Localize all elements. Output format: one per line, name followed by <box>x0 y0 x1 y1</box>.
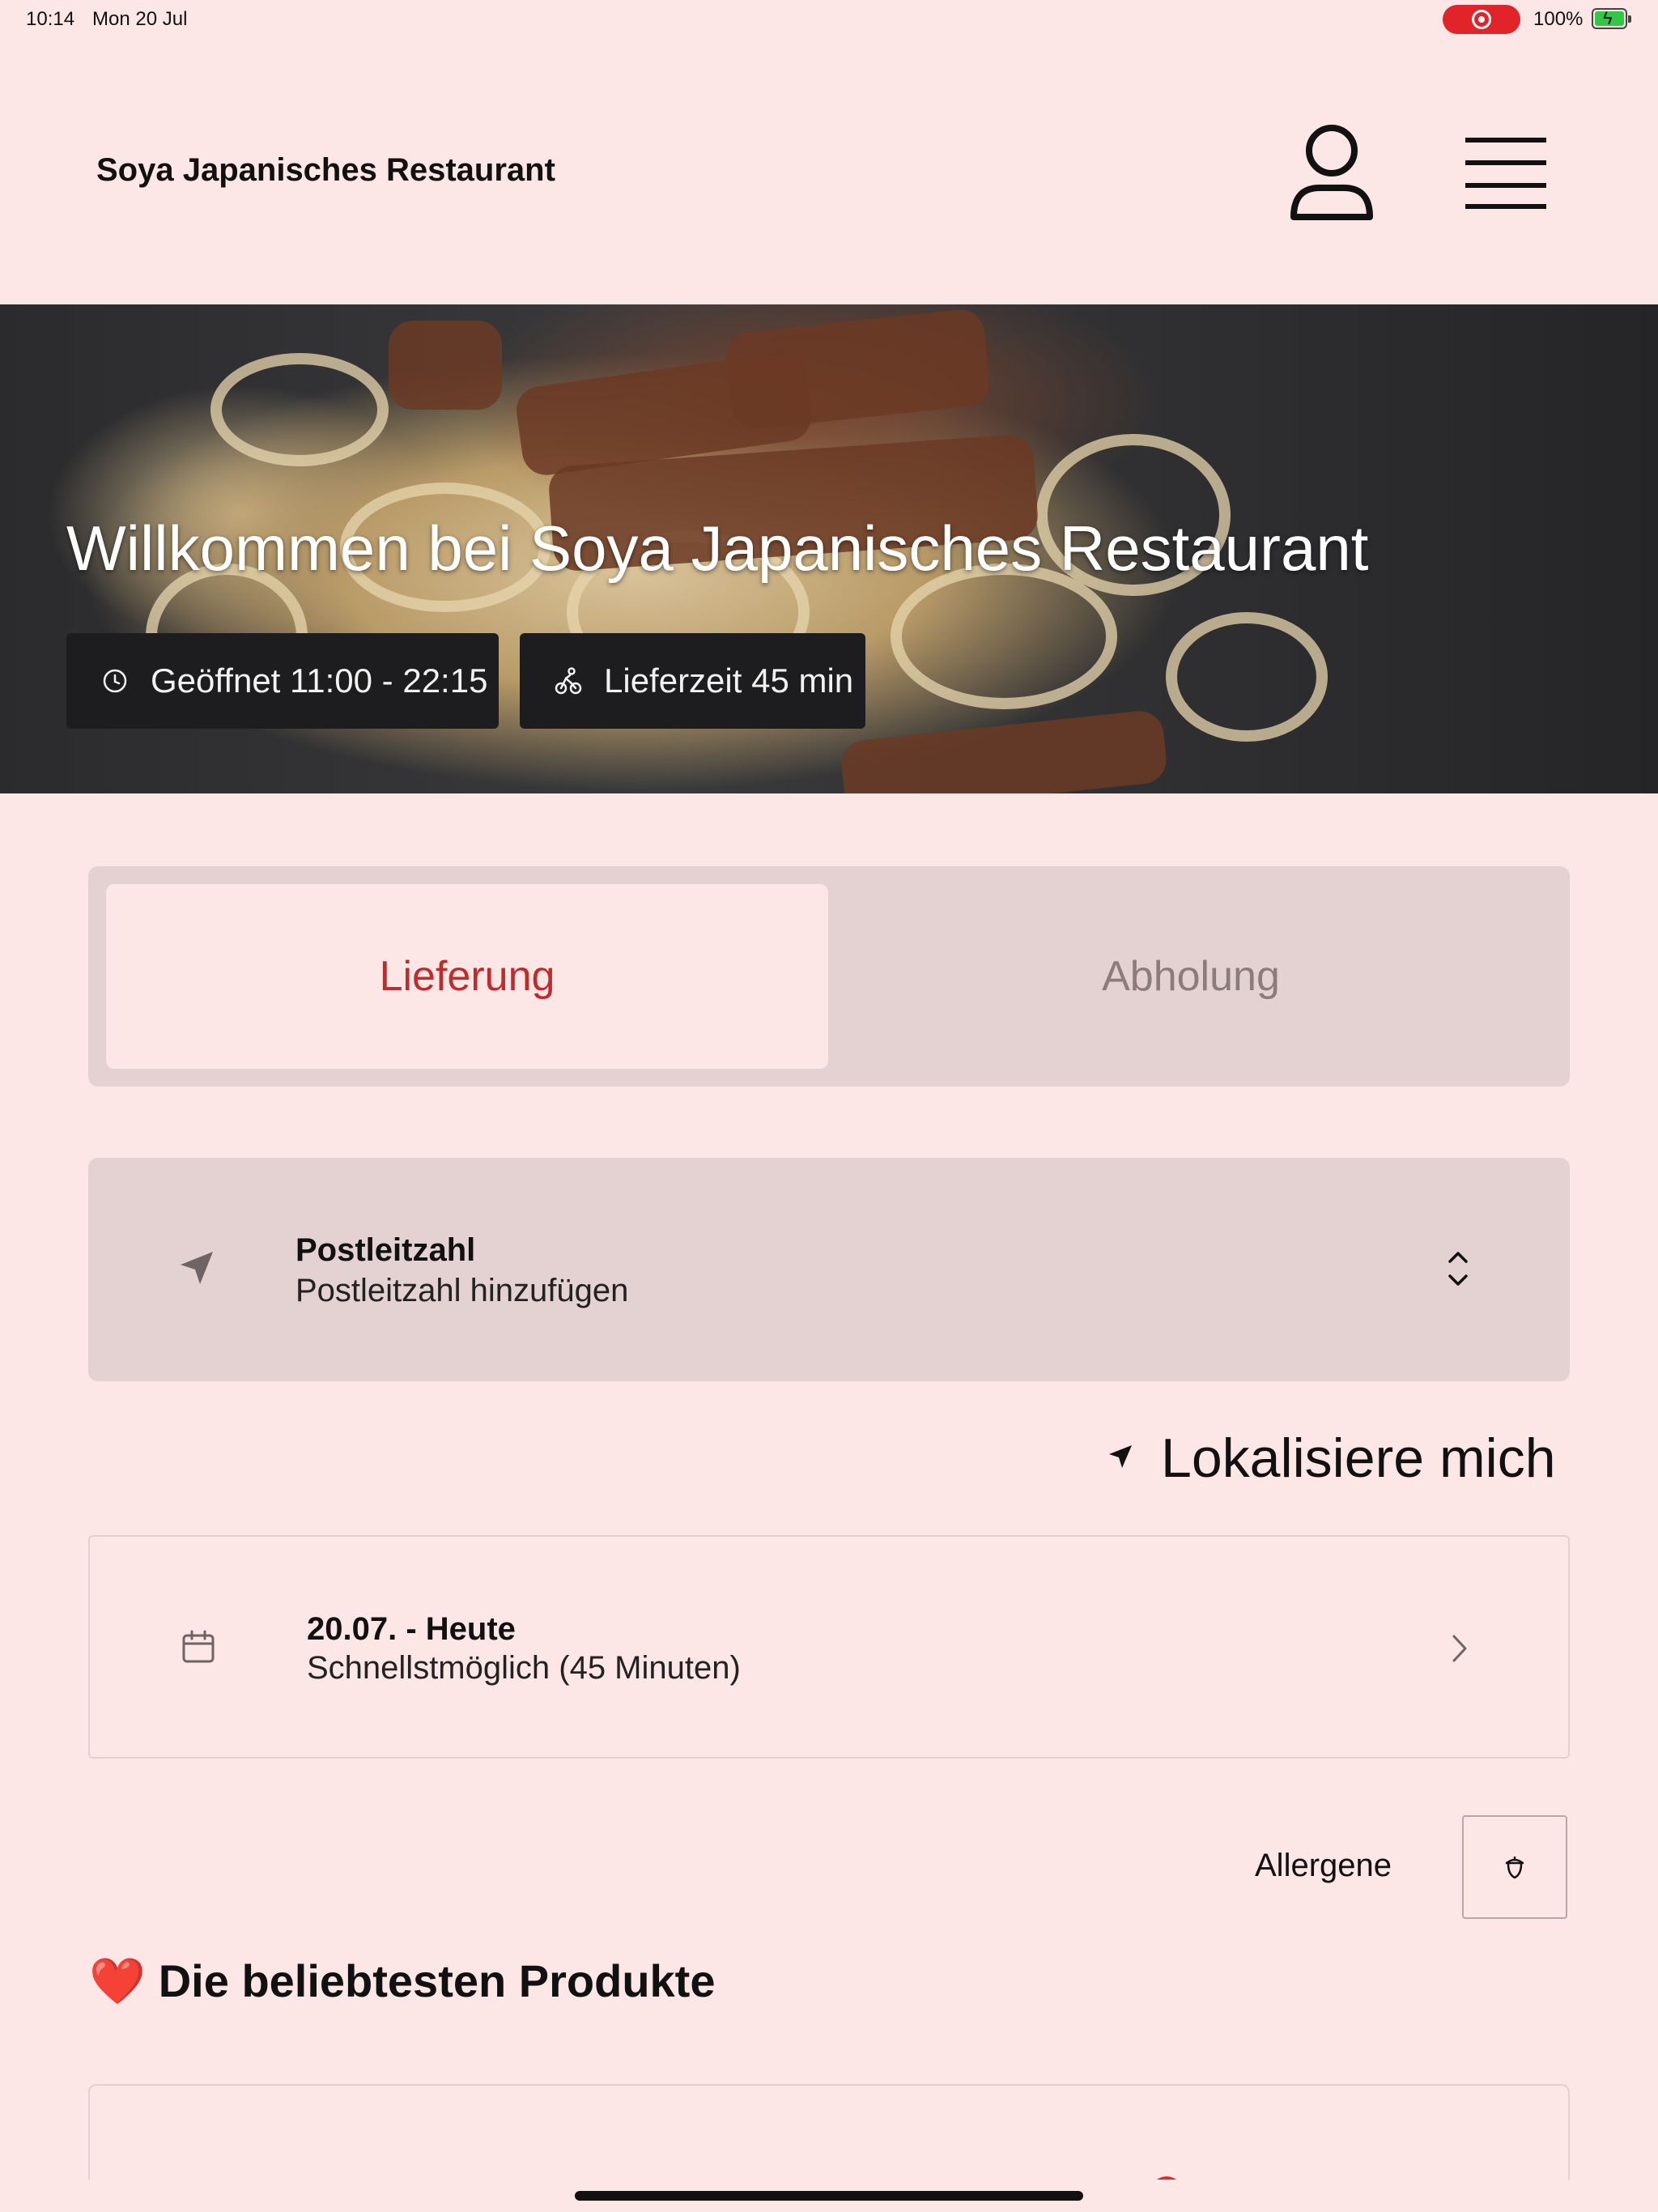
delivery-time-text: Lieferzeit 45 min <box>604 661 854 700</box>
order-type-toggle: Lieferung Abholung <box>88 866 1570 1087</box>
location-arrow-icon <box>1107 1444 1133 1474</box>
schedule-date: 20.07. - Heute <box>307 1611 516 1647</box>
battery-icon: ϟ <box>1592 8 1631 29</box>
clock-icon <box>83 668 147 694</box>
user-icon <box>1290 125 1373 220</box>
allergens-button[interactable] <box>1462 1815 1567 1919</box>
tab-pickup[interactable]: Abholung <box>830 884 1552 1069</box>
welcome-heading: Willkommen bei Soya Japanisches Restaura… <box>66 513 1369 584</box>
status-time: 10:14 <box>26 8 75 30</box>
allergens-label: Allergene <box>1255 1848 1392 1883</box>
postcode-selector[interactable]: Postleitzahl Postleitzahl hinzufügen <box>88 1158 1570 1381</box>
postcode-placeholder: Postleitzahl hinzufügen <box>295 1273 629 1308</box>
battery-percentage: 100% <box>1533 8 1584 30</box>
status-bar: 10:14 Mon 20 Jul 100% ϟ <box>0 0 1658 39</box>
hamburger-menu-icon <box>1465 138 1546 209</box>
calendar-icon <box>181 1629 216 1669</box>
delivery-time-badge: Lieferzeit 45 min <box>520 633 865 729</box>
postcode-label: Postleitzahl <box>295 1232 476 1268</box>
schedule-time: Schnellstmöglich (45 Minuten) <box>307 1650 741 1686</box>
opening-hours-badge: Geöffnet 11:00 - 22:15 <box>66 633 499 729</box>
opening-hours-text: Geöffnet 11:00 - 22:15 <box>151 661 488 700</box>
hero-banner: Willkommen bei Soya Japanisches Restaura… <box>0 304 1658 793</box>
locate-me-label: Lokalisiere mich <box>1161 1427 1556 1489</box>
location-arrow-icon <box>177 1249 216 1291</box>
bicycle-icon <box>536 666 601 696</box>
home-indicator[interactable] <box>575 2191 1083 2201</box>
tab-delivery[interactable]: Lieferung <box>106 884 828 1069</box>
account-button[interactable] <box>1287 123 1376 223</box>
chevron-right-icon <box>1450 1632 1469 1669</box>
locate-me-button[interactable]: Lokalisiere mich <box>1107 1427 1556 1489</box>
restaurant-title[interactable]: Soya Japanisches Restaurant <box>96 152 555 189</box>
acorn-icon <box>1505 1857 1524 1879</box>
record-icon <box>1472 10 1491 29</box>
app-header: Soya Japanisches Restaurant <box>0 39 1658 304</box>
popular-heading-text: Die beliebtesten Produkte <box>158 1955 716 2006</box>
chevron-up-down-icon <box>1447 1249 1469 1293</box>
menu-button[interactable] <box>1464 136 1548 211</box>
status-date: Mon 20 Jul <box>92 8 188 30</box>
heart-icon: ❤️ <box>89 1955 146 2006</box>
popular-products-heading: ❤️ Die beliebtesten Produkte <box>89 1955 715 2007</box>
screen-recording-indicator[interactable] <box>1443 5 1520 34</box>
delivery-schedule-row[interactable]: 20.07. - Heute Schnellstmöglich (45 Minu… <box>88 1535 1570 1759</box>
